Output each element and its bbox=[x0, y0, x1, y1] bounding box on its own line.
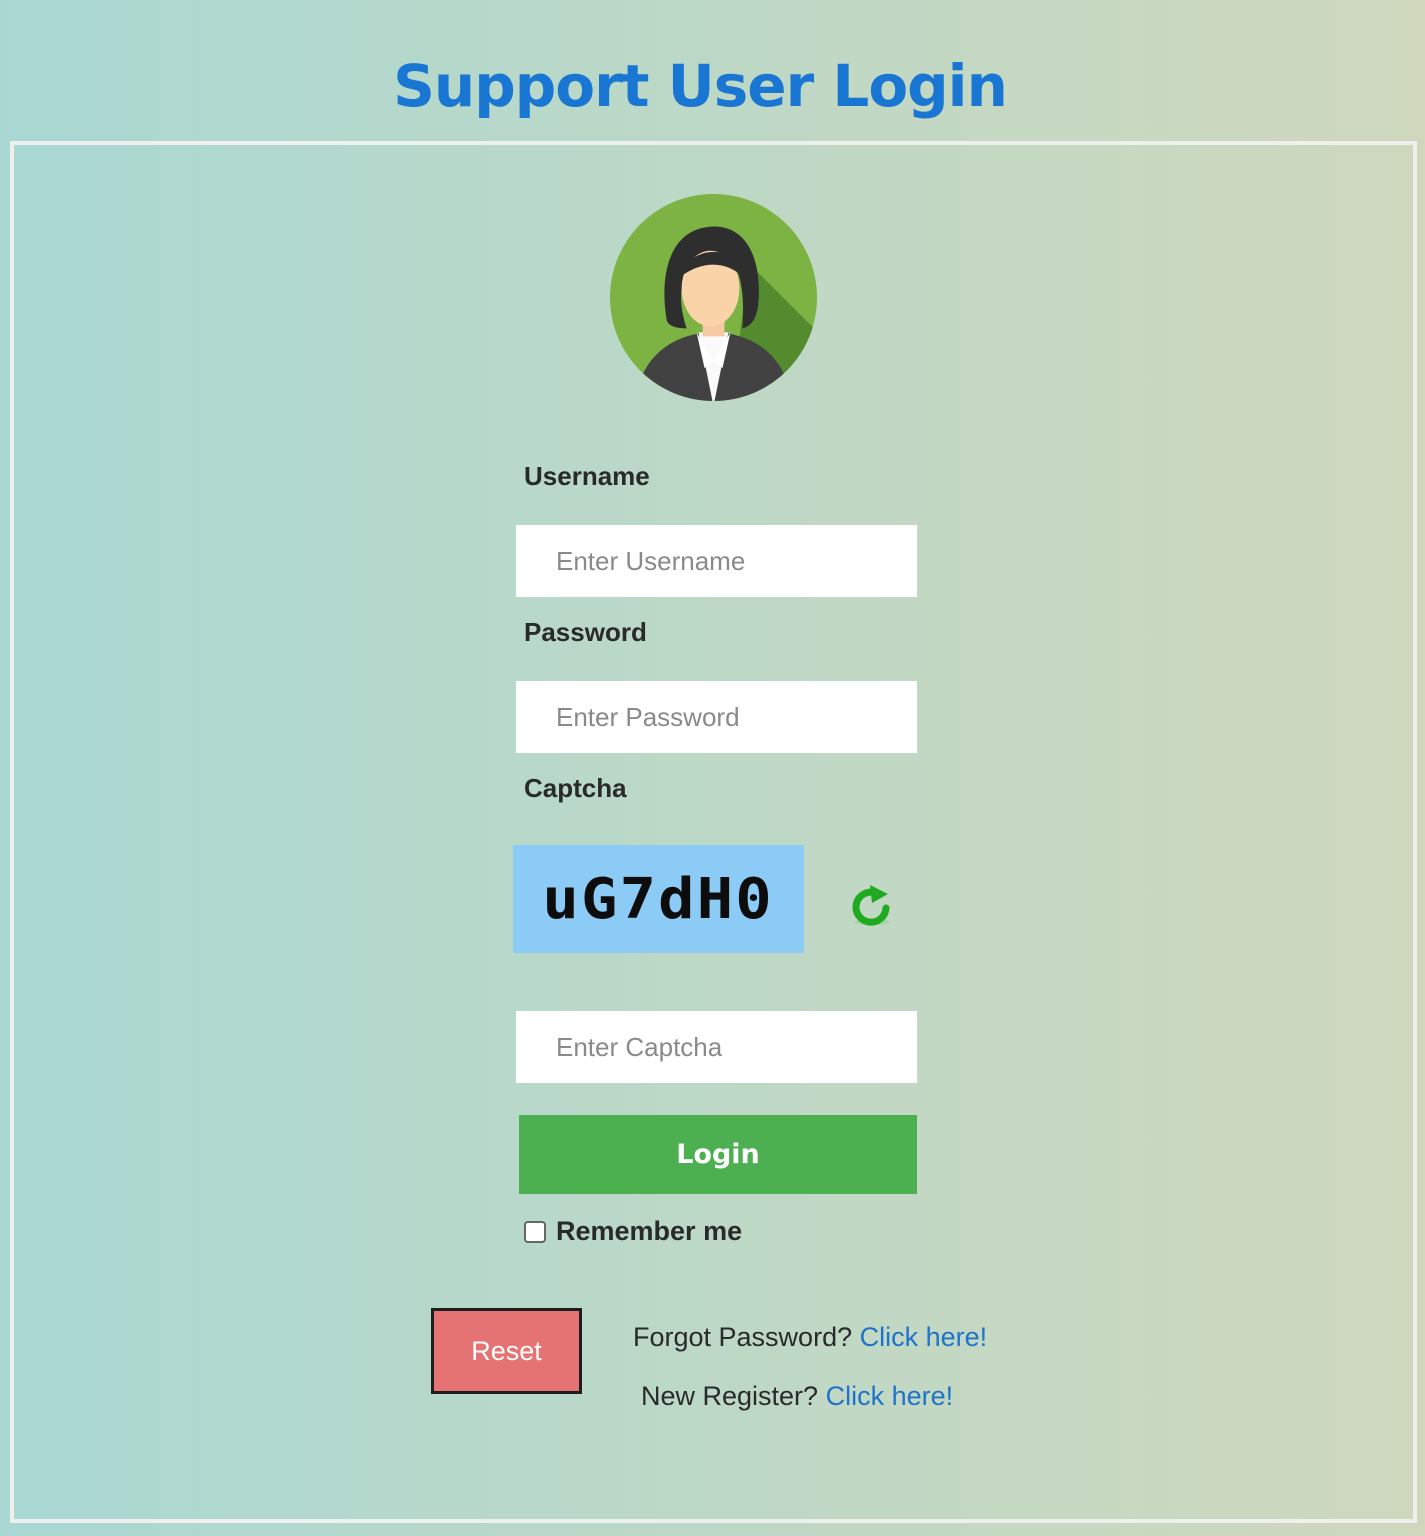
refresh-icon[interactable] bbox=[850, 884, 896, 928]
remember-me-label[interactable]: Remember me bbox=[556, 1216, 742, 1247]
remember-me-checkbox[interactable] bbox=[524, 1220, 546, 1243]
page-title: Support User Login bbox=[393, 52, 1008, 120]
new-register-prompt: New Register? bbox=[641, 1381, 819, 1411]
login-button[interactable]: Login bbox=[519, 1115, 917, 1194]
captcha-code: uG7dH0 bbox=[542, 866, 775, 932]
forgot-password-line: Forgot Password? Click here! bbox=[633, 1322, 987, 1353]
forgot-password-prompt: Forgot Password? bbox=[633, 1322, 853, 1352]
password-label: Password bbox=[524, 617, 647, 647]
captcha-label: Captcha bbox=[524, 773, 627, 803]
female-user-avatar-icon bbox=[609, 193, 818, 402]
forgot-password-link[interactable]: Click here! bbox=[860, 1322, 988, 1352]
captcha-input[interactable] bbox=[516, 1011, 917, 1083]
new-register-link[interactable]: Click here! bbox=[826, 1381, 954, 1411]
password-input[interactable] bbox=[516, 681, 917, 753]
captcha-image: uG7dH0 bbox=[513, 845, 804, 953]
remember-me-row: Remember me bbox=[522, 1216, 742, 1247]
username-label: Username bbox=[524, 461, 650, 491]
new-register-line: New Register? Click here! bbox=[641, 1381, 953, 1412]
reset-button[interactable]: Reset bbox=[431, 1308, 582, 1394]
username-input[interactable] bbox=[516, 525, 917, 597]
